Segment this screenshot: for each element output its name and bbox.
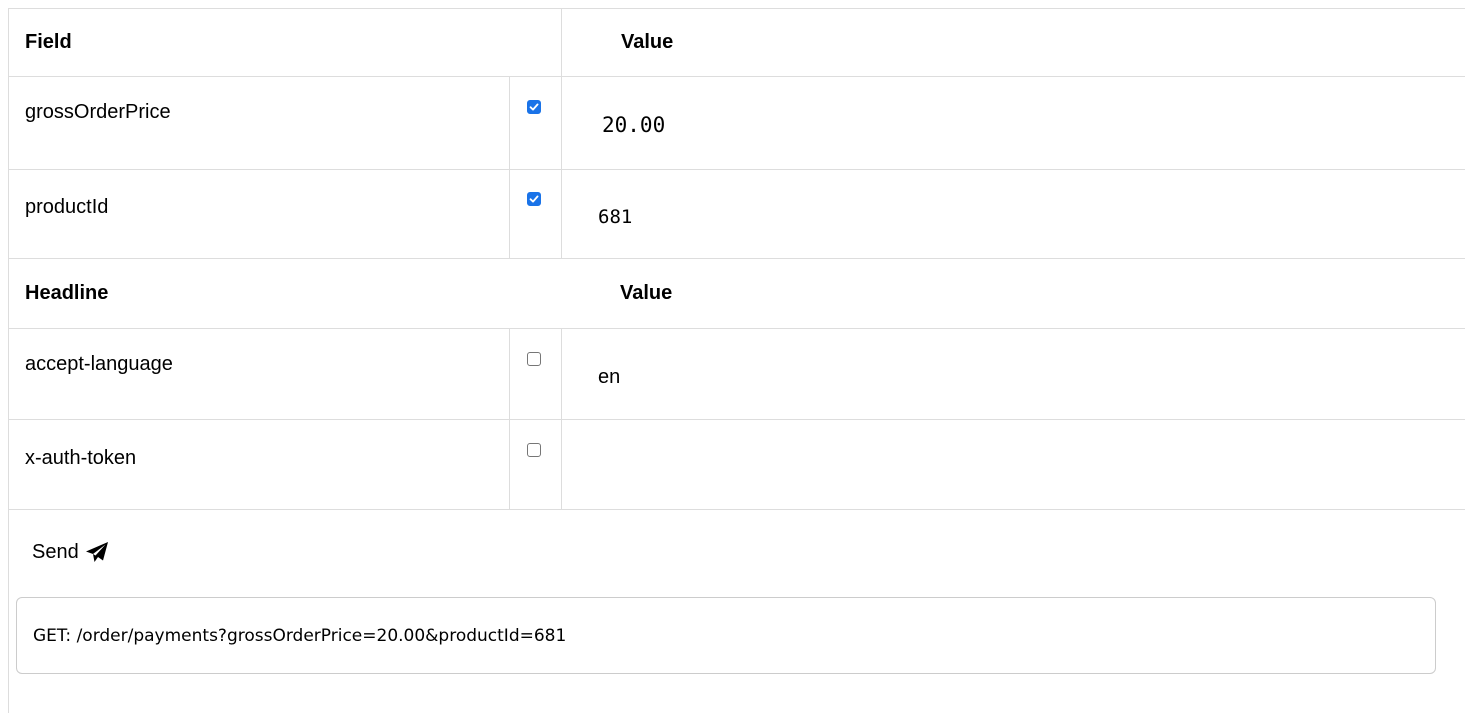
header-row-accept-language: accept-language en	[9, 329, 1465, 420]
header-row-x-auth-token: x-auth-token	[9, 420, 1465, 510]
header-checkbox[interactable]	[527, 352, 541, 366]
headers-header-row: Headline Value	[9, 259, 1465, 329]
field-checkbox[interactable]	[527, 100, 541, 114]
field-value[interactable]: 20.00	[602, 81, 665, 169]
header-value[interactable]: en	[598, 335, 620, 419]
request-preview: GET: /order/payments?grossOrderPrice=20.…	[16, 597, 1436, 674]
field-row-product-id: productId 681	[9, 170, 1465, 259]
fields-header-name: Field	[25, 31, 72, 53]
fields-header-value: Value	[621, 31, 674, 53]
field-value[interactable]: 681	[598, 176, 632, 258]
field-name: productId	[25, 196, 109, 218]
header-name: accept-language	[25, 353, 173, 375]
field-checkbox[interactable]	[527, 192, 541, 206]
checkmark-icon	[529, 103, 539, 111]
header-value-cell[interactable]	[561, 420, 1465, 509]
header-value-cell[interactable]: en	[561, 329, 1465, 419]
headers-header-value: Value	[620, 282, 673, 304]
header-checkbox[interactable]	[527, 443, 541, 457]
request-preview-text: GET: /order/payments?grossOrderPrice=20.…	[33, 625, 567, 646]
field-value-cell[interactable]: 681	[561, 170, 1465, 258]
field-value-cell[interactable]: 20.00	[561, 77, 1465, 169]
send-button[interactable]: Send	[32, 539, 109, 565]
headers-header-name: Headline	[25, 282, 109, 304]
checkmark-icon	[529, 195, 539, 203]
send-label: Send	[32, 540, 79, 563]
header-name: x-auth-token	[25, 447, 137, 469]
paper-plane-icon	[85, 542, 108, 562]
field-row-gross-order-price: grossOrderPrice 20.00	[9, 77, 1465, 170]
field-name: grossOrderPrice	[25, 101, 171, 123]
fields-header-row: Field Value	[9, 9, 1465, 77]
